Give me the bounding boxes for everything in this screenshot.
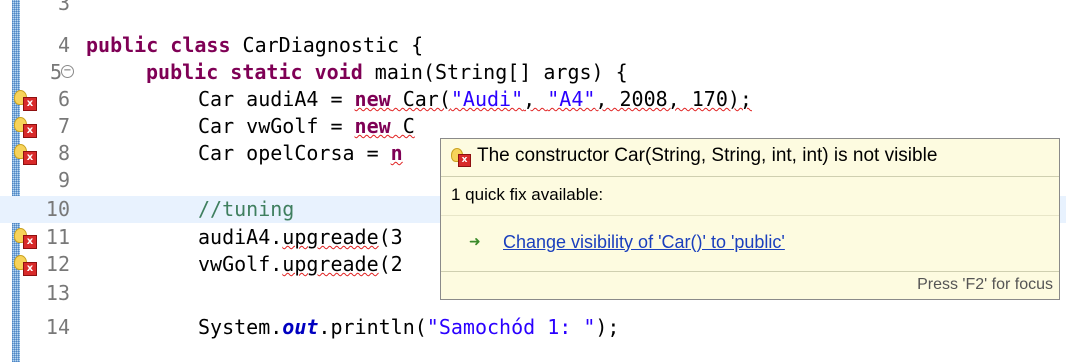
quick-fix-count: 1 quick fix available:	[451, 185, 604, 204]
code-line: 5 − public static void main(String[] arg…	[0, 59, 1066, 86]
line-number: 7	[57, 114, 70, 138]
quick-fix-link[interactable]: Change visibility of 'Car()' to 'public'	[503, 232, 785, 253]
focus-hint: Press 'F2' for focus	[917, 276, 1053, 293]
line-number: 10	[45, 197, 70, 221]
code-line: x 7 Car vwGolf = new C	[0, 113, 1066, 140]
code-text[interactable]: public class CarDiagnostic {	[86, 32, 423, 59]
code-text[interactable]: //tuning	[198, 196, 294, 223]
line-number: 3	[57, 0, 70, 15]
code-text[interactable]: Car audiA4 = new Car("Audi", "A4", 2008,…	[198, 86, 752, 113]
lightbulb-error-icon: x	[451, 148, 473, 168]
line-number: 6	[57, 87, 70, 111]
popup-footer: Press 'F2' for focus	[441, 271, 1059, 299]
quick-fix-popup[interactable]: x The constructor Car(String, String, in…	[440, 138, 1060, 300]
popup-title: The constructor Car(String, String, int,…	[477, 145, 938, 166]
code-text[interactable]: System.out.println("Samochód 1: ");	[198, 314, 619, 341]
code-editor[interactable]: 3 4 public class CarDiagnostic { 5 − pub…	[0, 0, 1066, 362]
line-number: 13	[45, 281, 70, 305]
code-line: x 6 Car audiA4 = new Car("Audi", "A4", 2…	[0, 86, 1066, 113]
line-number: 9	[57, 168, 70, 192]
divider	[441, 215, 1059, 216]
code-line: 3	[0, 0, 1066, 17]
line-number: 12	[45, 252, 70, 276]
code-text[interactable]: Car opelCorsa = n	[198, 140, 403, 167]
code-text[interactable]: public static void main(String[] args) {	[146, 59, 628, 86]
code-line: 4 public class CarDiagnostic {	[0, 32, 1066, 59]
popup-header: x The constructor Car(String, String, in…	[441, 139, 1059, 177]
line-number: 8	[57, 141, 70, 165]
quick-fix-item[interactable]: ➜ Change visibility of 'Car()' to 'publi…	[469, 230, 785, 254]
code-line: 14 System.out.println("Samochód 1: ");	[0, 314, 1066, 341]
code-text[interactable]: vwGolf.upgreade(2	[198, 251, 403, 278]
fold-collapse-icon[interactable]: −	[61, 65, 74, 78]
code-text[interactable]: Car vwGolf = new C	[198, 113, 415, 140]
quick-fix-arrow-icon: ➜	[469, 234, 481, 250]
line-number: 5	[49, 60, 62, 84]
line-number: 4	[57, 33, 70, 57]
line-number: 11	[45, 225, 70, 249]
line-number: 14	[45, 315, 70, 339]
code-text[interactable]: audiA4.upgreade(3	[198, 224, 403, 251]
